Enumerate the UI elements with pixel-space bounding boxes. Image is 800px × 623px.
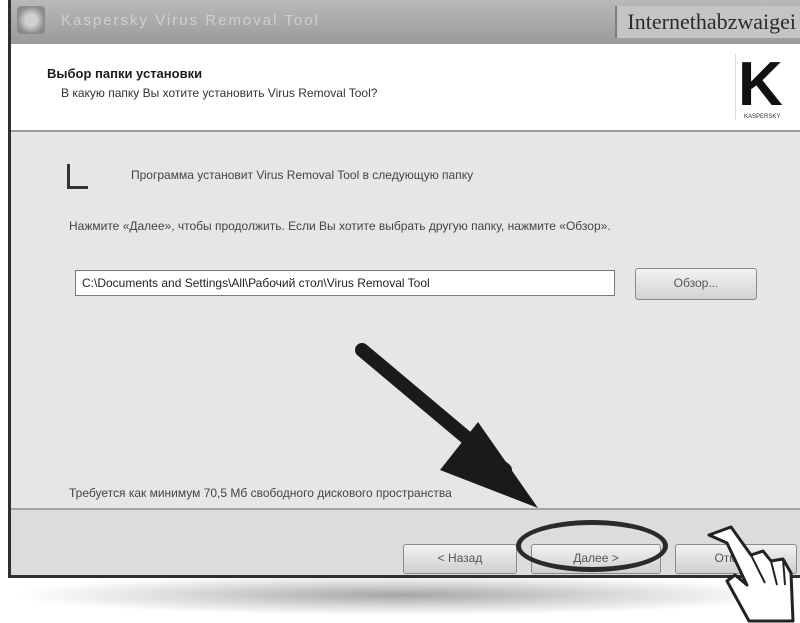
- hand-cursor-icon: [707, 525, 795, 623]
- arrow-down-right-icon: [355, 343, 538, 508]
